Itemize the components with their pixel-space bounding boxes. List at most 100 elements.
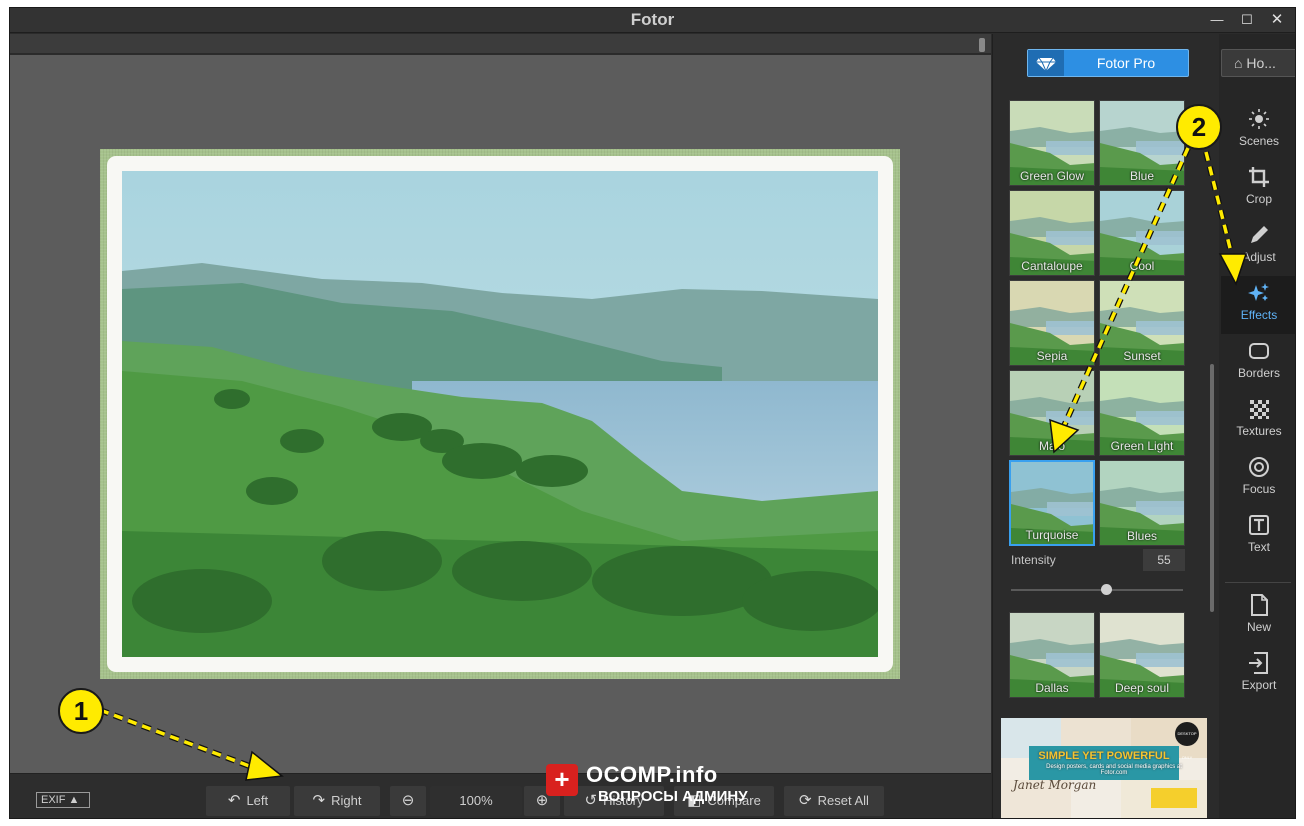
rotate-right-button[interactable]: ↷ Right <box>294 786 380 816</box>
intensity-slider[interactable] <box>1011 584 1183 595</box>
rounded-rect-icon <box>1249 343 1269 359</box>
fotor-window: Fotor — ☐ ✕ EXIF ▲ ↶ Left ↷ Right ⊖ 100%… <box>9 7 1296 819</box>
effect-label: Blue <box>1129 169 1155 183</box>
tool-effects[interactable]: Effects <box>1221 276 1295 334</box>
intensity-slider-thumb[interactable] <box>1100 584 1112 595</box>
maximize-button[interactable]: ☐ <box>1233 9 1261 30</box>
tool-new[interactable]: New <box>1221 588 1295 646</box>
reset-icon: ⟳ <box>799 792 812 809</box>
effect-label: Malo <box>1038 439 1065 453</box>
effect-label: Turquoise <box>1025 528 1079 542</box>
watermark-title: OCOMP.info <box>586 762 718 787</box>
canvas-scrollbar[interactable] <box>979 38 985 52</box>
effect-label: Green Light <box>1110 439 1174 453</box>
checker-icon <box>1250 400 1269 419</box>
effect-thumbnail-sunset[interactable]: Sunset <box>1099 280 1185 366</box>
effect-thumbnail-blues[interactable]: Blues <box>1099 460 1185 546</box>
effect-label: Sepia <box>1036 349 1068 363</box>
photo-border-frame <box>100 149 900 679</box>
effect-thumbnail-cantaloupe[interactable]: Cantaloupe <box>1009 190 1095 276</box>
title-bar: Fotor — ☐ ✕ <box>10 8 1295 33</box>
canvas-top-bar <box>10 34 991 54</box>
effect-thumbnail-green-light[interactable]: Green Light <box>1099 370 1185 456</box>
toolbar-divider <box>1225 582 1291 583</box>
tool-label: Textures <box>1236 424 1282 438</box>
rotate-right-label: Right <box>331 793 362 808</box>
rotate-right-icon: ↷ <box>312 792 326 809</box>
tool-focus[interactable]: Focus <box>1221 450 1295 508</box>
watermark: + OCOMP.info ВОПРОСЫ АДМИНУ <box>546 760 766 812</box>
tool-export[interactable]: Export <box>1221 646 1295 704</box>
rotate-left-button[interactable]: ↶ Left <box>206 786 290 816</box>
crop-icon <box>1249 167 1269 187</box>
intensity-label: Intensity <box>1011 553 1056 567</box>
tool-label: Borders <box>1237 366 1281 380</box>
panel-scrollbar[interactable] <box>1210 364 1214 612</box>
effect-thumbnail-turquoise[interactable]: Turquoise <box>1009 460 1095 546</box>
tool-adjust[interactable]: Adjust <box>1221 218 1295 276</box>
home-label: Ho... <box>1246 55 1276 71</box>
tool-label: Export <box>1241 678 1277 692</box>
exif-toggle[interactable]: EXIF ▲ <box>36 792 90 808</box>
fotor-pro-label: Fotor Pro <box>1096 55 1156 71</box>
effect-label: Cantaloupe <box>1021 259 1083 273</box>
window-title: Fotor <box>630 10 675 29</box>
edited-photo <box>122 171 878 657</box>
tool-label: Text <box>1247 540 1270 554</box>
sparkles-icon <box>1248 283 1269 301</box>
watermark-logo: + <box>546 764 578 796</box>
tool-borders[interactable]: Borders <box>1221 334 1295 392</box>
tool-crop[interactable]: Crop <box>1221 160 1295 218</box>
effect-label: Deep soul <box>1114 681 1170 695</box>
ad-headline: SIMPLE YET POWERFUL <box>1038 750 1170 762</box>
effect-thumbnail-malo[interactable]: Malo <box>1009 370 1095 456</box>
reset-all-button[interactable]: ⟳ Reset All <box>784 786 884 816</box>
zoom-out-button[interactable]: ⊖ <box>390 786 426 816</box>
effect-thumbnail-sepia[interactable]: Sepia <box>1009 280 1095 366</box>
intensity-value[interactable]: 55 <box>1143 549 1185 571</box>
effect-label: Green Glow <box>1019 169 1085 183</box>
export-icon <box>1249 652 1268 674</box>
effect-label: Dallas <box>1035 681 1069 695</box>
tool-sidebar: ⌂ Ho... Scenes Crop Adjust Effects Borders Te… <box>1219 34 1295 818</box>
tool-label: Effects <box>1240 308 1278 322</box>
ad-subtitle: Design posters, cards and social media g… <box>1046 764 1182 776</box>
tool-textures[interactable]: Textures <box>1221 392 1295 450</box>
canvas-area <box>10 55 991 773</box>
effect-thumbnail-blue[interactable]: Blue <box>1099 100 1185 186</box>
effect-thumbnail-cool[interactable]: Cool <box>1099 190 1185 276</box>
effect-thumbnail-dallas[interactable]: Dallas <box>1009 612 1095 698</box>
rotate-left-label: Left <box>246 793 269 808</box>
landscape-photo <box>122 171 878 657</box>
sun-icon <box>1249 109 1269 129</box>
zoom-out-icon: ⊖ <box>401 792 415 809</box>
minimize-button[interactable]: — <box>1203 9 1231 30</box>
fotor-ad-banner[interactable]: DESKTOP ONLY SIMPLE YET POWERFUL Design … <box>1001 718 1207 818</box>
zoom-level: 100% <box>430 786 522 816</box>
tool-text[interactable]: Text <box>1221 508 1295 566</box>
ad-script-text: Janet Morgan <box>1013 778 1097 792</box>
tool-scenes[interactable]: Scenes <box>1221 102 1295 160</box>
file-icon <box>1251 594 1268 616</box>
reset-all-label: Reset All <box>817 793 869 808</box>
tool-label: Adjust <box>1242 250 1276 264</box>
close-button[interactable]: ✕ <box>1263 9 1291 30</box>
effect-thumbnail-green-glow[interactable]: Green Glow <box>1009 100 1095 186</box>
home-button[interactable]: ⌂ Ho... <box>1221 49 1295 77</box>
home-icon: ⌂ <box>1234 55 1243 71</box>
tool-label: New <box>1246 620 1271 634</box>
bottom-toolbar: EXIF ▲ ↶ Left ↷ Right ⊖ 100% ⊕ ↺ History ◧ C… <box>10 773 991 818</box>
effect-thumbnail-deep-soul[interactable]: Deep soul <box>1099 612 1185 698</box>
tool-label: Crop <box>1245 192 1272 206</box>
effect-label: Cool <box>1129 259 1155 273</box>
fotor-pro-button[interactable]: Fotor Pro <box>1027 49 1189 77</box>
step-marker-2: 2 <box>1176 104 1222 150</box>
tool-label: Scenes <box>1238 134 1280 148</box>
step-marker-1: 1 <box>58 688 104 734</box>
diamond-icon <box>1028 50 1064 76</box>
watermark-subtitle: ВОПРОСЫ АДМИНУ <box>598 788 748 805</box>
tool-label: Focus <box>1242 482 1276 496</box>
target-icon <box>1249 457 1269 477</box>
text-t-icon <box>1249 515 1269 535</box>
pencil-icon <box>1251 226 1268 243</box>
